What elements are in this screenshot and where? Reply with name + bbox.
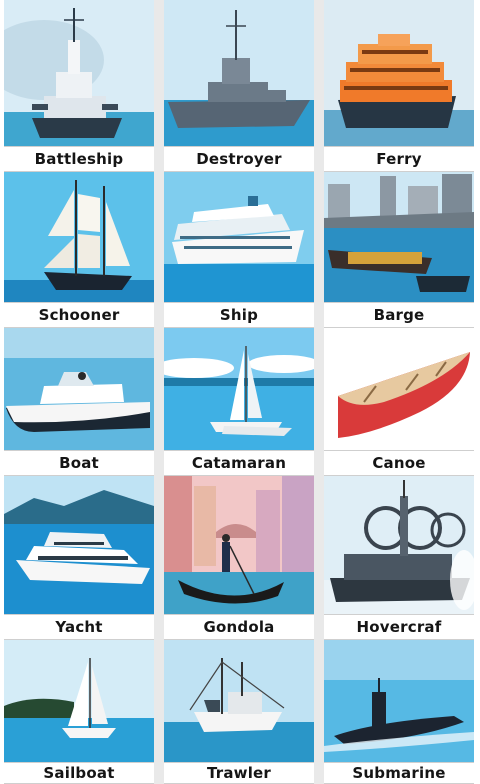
caption-battleship: Battleship	[4, 146, 154, 172]
caption-trawler: Trawler	[164, 762, 314, 784]
column-divider	[314, 0, 324, 784]
tile-boat: Boat	[4, 328, 154, 476]
schooner-image	[4, 172, 154, 302]
tile-battleship: Battleship	[4, 0, 154, 172]
tile-canoe: Canoe	[324, 328, 474, 476]
hovercraft-image	[324, 476, 474, 614]
caption-hovercraft: Hovercraf	[324, 614, 474, 640]
tile-yacht: Yacht	[4, 476, 154, 640]
submarine-image	[324, 640, 474, 762]
tile-ship: Ship	[164, 172, 314, 328]
tile-submarine: Submarine	[324, 640, 474, 784]
caption-gondola: Gondola	[164, 614, 314, 640]
catamaran-image	[164, 328, 314, 450]
yacht-image	[4, 476, 154, 614]
caption-ship: Ship	[164, 302, 314, 328]
caption-destroyer: Destroyer	[164, 146, 314, 172]
tile-hovercraft: Hovercraf	[324, 476, 474, 640]
caption-schooner: Schooner	[4, 302, 154, 328]
column-divider	[154, 0, 164, 784]
tile-schooner: Schooner	[4, 172, 154, 328]
boat-image	[4, 328, 154, 450]
gondola-image	[164, 476, 314, 614]
caption-submarine: Submarine	[324, 762, 474, 784]
caption-catamaran: Catamaran	[164, 450, 314, 476]
caption-sailboat: Sailboat	[4, 762, 154, 784]
canoe-image	[324, 328, 474, 450]
tile-trawler: Trawler	[164, 640, 314, 784]
column-right: Ferry Barge Canoe Hovercraf Submarine	[324, 0, 474, 784]
caption-yacht: Yacht	[4, 614, 154, 640]
tile-ferry: Ferry	[324, 0, 474, 172]
sailboat-image	[4, 640, 154, 762]
barge-image	[324, 172, 474, 302]
tile-gondola: Gondola	[164, 476, 314, 640]
caption-canoe: Canoe	[324, 450, 474, 476]
column-left: Battleship Schooner Boat Yacht Sailboat	[4, 0, 154, 784]
tile-destroyer: Destroyer	[164, 0, 314, 172]
trawler-image	[164, 640, 314, 762]
tile-sailboat: Sailboat	[4, 640, 154, 784]
ferry-image	[324, 0, 474, 146]
battleship-image	[4, 0, 154, 146]
tile-barge: Barge	[324, 172, 474, 328]
caption-boat: Boat	[4, 450, 154, 476]
destroyer-image	[164, 0, 314, 146]
tile-catamaran: Catamaran	[164, 328, 314, 476]
caption-barge: Barge	[324, 302, 474, 328]
ship-image	[164, 172, 314, 302]
caption-ferry: Ferry	[324, 146, 474, 172]
column-middle: Destroyer Ship Catamaran Gondola Trawler	[164, 0, 314, 784]
